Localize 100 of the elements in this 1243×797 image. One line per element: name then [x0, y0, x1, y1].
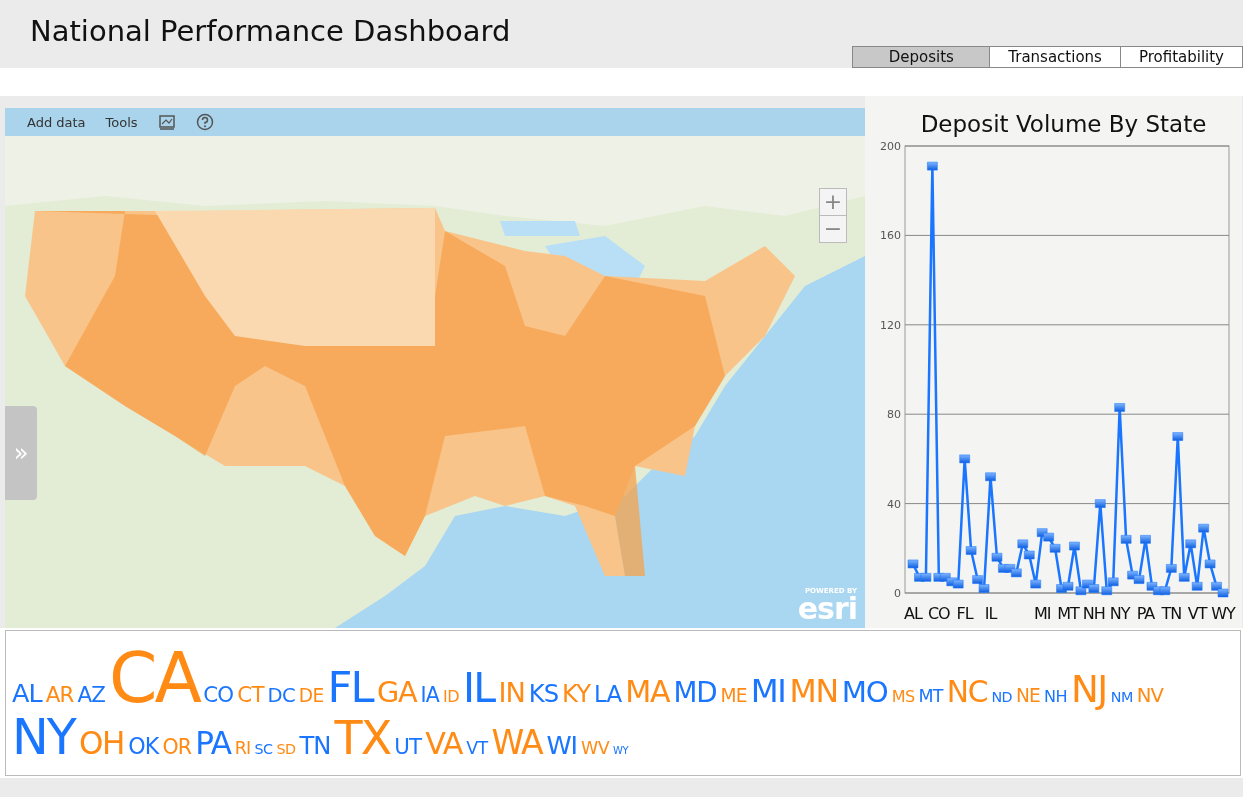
x-tick-label: MI: [1033, 604, 1051, 623]
data-point: [1217, 588, 1229, 598]
data-point: [927, 161, 938, 171]
toolbar-button[interactable]: Add data: [19, 112, 94, 132]
data-point: [1211, 582, 1222, 591]
y-tick-label: 40: [887, 497, 901, 511]
word-cloud-term: AR: [45, 683, 74, 706]
data-point: [1069, 541, 1080, 551]
x-tick-label: TN: [1161, 604, 1182, 623]
word-cloud-term: NM: [1110, 689, 1133, 704]
tab[interactable]: Profitability: [1119, 46, 1243, 68]
word-cloud-term: ND: [991, 689, 1012, 704]
y-tick-label: 160: [880, 229, 901, 243]
data-point: [959, 454, 970, 464]
word-cloud-term: MA: [625, 676, 670, 707]
data-point: [1088, 584, 1100, 593]
help-icon[interactable]: [195, 113, 214, 131]
data-point: [1179, 573, 1190, 582]
word-cloud-term: UT: [394, 736, 422, 758]
word-cloud-term: CT: [237, 683, 264, 706]
word-cloud-term: NJ: [1070, 670, 1107, 708]
data-point: [1133, 575, 1145, 584]
x-tick-label: AL: [904, 604, 922, 623]
data-point: [1114, 403, 1125, 412]
word-cloud-term: MI: [750, 674, 786, 708]
word-cloud-term: CO: [203, 683, 234, 706]
word-cloud-term: NE: [1015, 686, 1041, 706]
word-cloud-term: VT: [466, 740, 488, 758]
tab[interactable]: Transactions: [989, 46, 1121, 68]
word-cloud-term: IN: [498, 678, 525, 706]
data-point: [1204, 559, 1216, 569]
data-point: [1166, 564, 1177, 573]
word-cloud-term: NY: [12, 713, 75, 763]
data-point: [1049, 544, 1061, 553]
data-point: [1185, 539, 1196, 549]
word-cloud-term: OH: [78, 728, 125, 760]
word-cloud-term: MN: [789, 675, 838, 708]
data-point: [991, 553, 1003, 562]
data-point: [1120, 535, 1132, 544]
word-cloud-term: WI: [546, 733, 578, 759]
word-cloud-term: DC: [267, 685, 295, 706]
word-cloud-term: AZ: [77, 683, 105, 706]
toolbar-button[interactable]: Tools: [97, 112, 146, 132]
x-tick-label: CO: [927, 604, 950, 623]
word-cloud-term: GA: [377, 677, 417, 707]
word-cloud-term: NV: [1136, 685, 1164, 706]
word-cloud-term: IL: [462, 667, 495, 709]
word-cloud-term: RI: [234, 740, 251, 758]
word-cloud-term: VA: [425, 729, 463, 760]
word-cloud-term: KY: [562, 681, 591, 706]
word-cloud-term: SD: [276, 742, 296, 757]
data-point: [1011, 568, 1022, 578]
x-tick-label: IL: [984, 604, 997, 623]
y-tick-label: 80: [887, 408, 901, 422]
word-cloud-term: SC: [254, 742, 273, 757]
dashboard-title: National Performance Dashboard: [30, 14, 511, 48]
data-point: [1198, 523, 1209, 533]
data-point: [1140, 535, 1151, 544]
y-tick-label: 200: [880, 140, 901, 153]
data-point: [952, 579, 964, 589]
x-tick-label: MT: [1057, 604, 1079, 623]
chart-title: Deposit Volume By State: [920, 111, 1207, 137]
tab[interactable]: Deposits: [852, 46, 991, 68]
word-cloud-term: OR: [162, 737, 192, 758]
data-point: [1082, 579, 1093, 589]
data-point: [1101, 586, 1112, 595]
word-cloud-term: KS: [528, 681, 559, 706]
x-tick-label: VT: [1187, 604, 1207, 623]
word-cloud-term: ME: [720, 686, 747, 706]
data-point: [1172, 432, 1184, 441]
x-tick-label: WY: [1211, 604, 1235, 623]
word-cloud-term: TN: [299, 734, 331, 759]
data-point: [907, 559, 919, 569]
data-point: [1159, 586, 1171, 595]
y-tick-label: 0: [894, 587, 901, 600]
data-point: [978, 584, 990, 593]
data-point: [920, 573, 932, 582]
word-cloud-term: CA: [108, 643, 200, 714]
x-tick-label: PA: [1136, 604, 1155, 623]
word-cloud-term: FL: [327, 665, 373, 709]
x-tick-label: FL: [956, 604, 973, 623]
data-point: [1043, 532, 1054, 542]
word-cloud-term: AL: [12, 680, 42, 707]
word-cloud-term: ID: [443, 688, 459, 705]
data-point: [1024, 550, 1035, 560]
word-cloud-term: OK: [128, 735, 159, 758]
word-cloud-term: MD: [673, 678, 717, 707]
x-tick-label: NH: [1082, 604, 1105, 623]
data-point: [972, 575, 983, 584]
word-cloud-term: WY: [612, 746, 629, 757]
word-cloud-term: WV: [581, 740, 609, 758]
y-tick-label: 120: [880, 318, 901, 332]
word-cloud-term: MS: [891, 688, 915, 705]
data-point: [1095, 499, 1106, 508]
word-cloud-term: MO: [841, 677, 888, 707]
data-point: [965, 546, 977, 555]
data-point: [1075, 586, 1087, 595]
data-point: [1107, 577, 1119, 587]
logo: esri: [797, 595, 857, 622]
word-cloud-term: PA: [195, 728, 231, 760]
